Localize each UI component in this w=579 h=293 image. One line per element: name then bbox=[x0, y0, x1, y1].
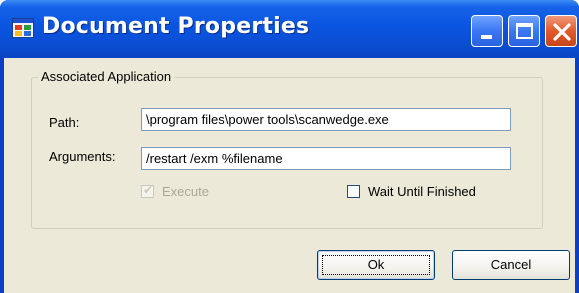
dialog-client-area: Associated Application Path: \program fi… bbox=[4, 58, 575, 293]
close-button[interactable] bbox=[545, 15, 577, 47]
window-title: Document Properties bbox=[42, 14, 310, 39]
arguments-input[interactable]: /restart /exm %filename bbox=[141, 147, 511, 170]
path-label: Path: bbox=[49, 115, 80, 130]
group-legend: Associated Application bbox=[38, 69, 175, 84]
cancel-button[interactable]: Cancel bbox=[452, 250, 570, 280]
ok-button[interactable]: Ok bbox=[317, 250, 435, 280]
path-input[interactable]: \program files\power tools\scanwedge.exe bbox=[141, 108, 511, 131]
close-icon bbox=[553, 23, 571, 41]
document-properties-app-icon[interactable] bbox=[12, 18, 34, 38]
execute-label: Execute bbox=[162, 184, 209, 199]
checkmark-icon: ✔ bbox=[143, 183, 154, 197]
document-properties-window: Document Properties Associated Applicati… bbox=[0, 0, 579, 293]
maximize-icon bbox=[516, 23, 533, 39]
cancel-button-label: Cancel bbox=[490, 257, 532, 272]
title-bar[interactable]: Document Properties bbox=[0, 0, 579, 58]
wait-until-finished-label[interactable]: Wait Until Finished bbox=[368, 184, 476, 199]
arguments-label: Arguments: bbox=[49, 149, 116, 164]
execute-checkbox: ✔ bbox=[141, 183, 154, 198]
minimize-button[interactable] bbox=[471, 15, 503, 47]
focus-rect bbox=[322, 255, 430, 275]
minimize-icon bbox=[481, 35, 492, 39]
wait-until-finished-checkbox[interactable] bbox=[347, 185, 360, 198]
maximize-button[interactable] bbox=[508, 15, 540, 47]
